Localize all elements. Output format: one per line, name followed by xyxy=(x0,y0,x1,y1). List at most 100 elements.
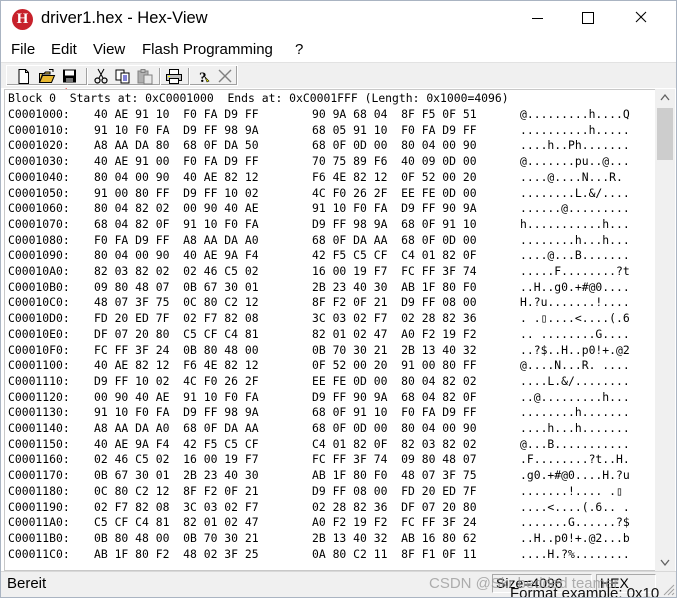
row-bytes-high: 68 0F DA AA 68 0F 0D 00 xyxy=(312,232,477,247)
row-bytes-low: F0 FA D9 FF A8 AA DA A0 xyxy=(94,232,259,247)
hex-row: C0001110: D9 FF 10 02 4C F0 26 2F EE FE 0D… xyxy=(5,373,655,389)
row-ascii: .. ........G.... xyxy=(520,326,630,341)
maximize-icon[interactable] xyxy=(565,1,611,35)
save-icon[interactable] xyxy=(61,68,79,85)
row-bytes-low: FD 20 ED 7F 02 F7 82 08 xyxy=(94,311,259,326)
row-bytes-low: A8 AA DA A0 68 0F DA AA xyxy=(94,421,259,435)
hex-row: C0001060: 80 04 82 02 00 90 40 AE 91 10 F0… xyxy=(5,200,655,216)
hex-row: C0001030: 40 AE 91 00 F0 FA D9 FF 70 75 89… xyxy=(5,153,655,169)
row-bytes-high: 68 0F 91 10 F0 FA D9 FF xyxy=(312,405,477,420)
row-ascii: ....@....N...R. xyxy=(520,169,630,184)
row-address: C00010B0: xyxy=(8,279,70,294)
scroll-up-icon[interactable] xyxy=(655,89,675,106)
vertical-scrollbar[interactable] xyxy=(655,89,675,571)
title-bar[interactable]: H driver1.hex - Hex-View xyxy=(1,1,676,37)
row-bytes-high: 90 9A 68 04 8F F5 0F 51 xyxy=(312,107,477,121)
minimize-icon[interactable] xyxy=(515,1,561,35)
open-folder-icon[interactable] xyxy=(38,68,56,85)
menu-edit[interactable]: Edit xyxy=(51,40,77,60)
block-header: Block 0 Starts at: 0xC0001000 Ends at: 0… xyxy=(8,91,509,105)
row-address: C00010E0: xyxy=(8,326,70,341)
row-bytes-low: 82 03 82 02 02 46 C5 02 xyxy=(94,264,259,278)
row-bytes-low: AB 1F 80 F2 48 02 3F 25 xyxy=(94,546,259,561)
row-address: C0001070: xyxy=(8,216,70,231)
row-bytes-high: 16 00 19 F7 FC FF 3F 74 xyxy=(312,264,477,278)
menu-help[interactable]: ? xyxy=(295,40,303,60)
row-address: C0001000: xyxy=(8,107,70,121)
row-ascii: ..........h..... xyxy=(520,122,630,137)
row-address: C0001010: xyxy=(8,122,70,137)
copy-icon[interactable] xyxy=(114,68,132,85)
row-ascii: ........h....... xyxy=(520,405,630,420)
format-example-text: Format example: 0x10 xyxy=(510,585,660,598)
row-address: C0001080: xyxy=(8,232,70,247)
menu-view[interactable]: View xyxy=(93,40,125,60)
row-address: C00011A0: xyxy=(8,515,70,530)
row-address: C0001150: xyxy=(8,436,70,451)
row-bytes-high: EE FE 0D 00 80 04 82 02 xyxy=(312,373,477,388)
hex-row: C0001000: 40 AE 91 10 F0 FA D9 FF 90 9A 68… xyxy=(5,106,655,122)
hex-row: C0001160: 02 46 C5 02 16 00 19 F7 FC FF 3F… xyxy=(5,451,655,467)
cut-icon[interactable] xyxy=(92,68,110,85)
row-bytes-low: C5 CF C4 81 82 01 02 47 xyxy=(94,515,259,530)
row-ascii: ........h...h... xyxy=(520,232,630,247)
row-ascii: ....<....(.6.. . xyxy=(520,499,630,514)
row-address: C0001030: xyxy=(8,154,70,169)
hex-row: C00010A0: 82 03 82 02 02 46 C5 02 16 00 19… xyxy=(5,263,655,279)
row-bytes-high: 70 75 89 F6 40 09 0D 00 xyxy=(312,154,477,169)
row-ascii: .......G......?$ xyxy=(520,515,630,530)
row-bytes-low: 0B 67 30 01 2B 23 40 30 xyxy=(94,468,259,483)
hex-row: C00010F0: FC FF 3F 24 0B 80 48 00 0B 70 30… xyxy=(5,342,655,358)
hex-row: C00011B0: 0B 80 48 00 0B 70 30 21 2B 13 40… xyxy=(5,530,655,546)
row-bytes-high: 3C 03 02 F7 02 28 82 36 xyxy=(312,311,477,326)
menu-bar: File Edit View Flash Programming ? xyxy=(1,38,676,62)
row-address: C0001020: xyxy=(8,138,70,153)
row-ascii: ....@...B....... xyxy=(520,248,630,263)
row-ascii: ....h..Ph....... xyxy=(520,138,630,153)
scroll-down-icon[interactable] xyxy=(655,554,675,571)
app-logo-icon: H xyxy=(12,9,33,30)
row-bytes-high: 91 10 F0 FA D9 FF 90 9A xyxy=(312,201,477,216)
row-bytes-low: 02 46 C5 02 16 00 19 F7 xyxy=(94,452,259,467)
row-bytes-high: 2B 13 40 32 AB 16 80 62 xyxy=(312,530,477,545)
hex-row: C0001020: A8 AA DA 80 68 0F DA 50 68 0F 0D… xyxy=(5,137,655,153)
row-ascii: @.........h....Q xyxy=(520,107,630,121)
row-bytes-low: 91 00 80 FF D9 FF 10 02 xyxy=(94,185,259,200)
hex-view-window: H driver1.hex - Hex-View File Edit View … xyxy=(0,0,677,598)
row-bytes-low: 40 AE 91 00 F0 FA D9 FF xyxy=(94,154,259,169)
row-address: C0001190: xyxy=(8,499,70,514)
print-icon[interactable] xyxy=(165,68,183,85)
new-file-icon[interactable] xyxy=(15,68,33,85)
close-icon[interactable] xyxy=(618,1,664,35)
row-address: C0001040: xyxy=(8,169,70,184)
toolbar-separator xyxy=(188,68,190,85)
row-bytes-low: 91 10 F0 FA D9 FF 98 9A xyxy=(94,122,259,137)
hex-row: C00010C0: 48 07 3F 75 0C 80 C2 12 8F F2 0F… xyxy=(5,294,655,310)
row-bytes-high: FC FF 3F 74 09 80 48 07 xyxy=(312,452,477,467)
toolbar: ? xyxy=(1,62,676,88)
row-ascii: .F........?t..H. xyxy=(520,452,630,467)
row-ascii: @.......pu..@... xyxy=(520,154,630,169)
row-bytes-high: 02 28 82 36 DF 07 20 80 xyxy=(312,499,477,514)
row-address: C00011B0: xyxy=(8,530,70,545)
help-icon[interactable]: ? xyxy=(194,68,212,86)
paste-icon[interactable] xyxy=(136,68,154,85)
resize-grip-icon[interactable] xyxy=(661,582,675,596)
hex-row: C0001050: 91 00 80 FF D9 FF 10 02 4C F0 26… xyxy=(5,185,655,201)
hex-row: C0001120: 00 90 40 AE 91 10 F0 FA D9 FF 90… xyxy=(5,389,655,405)
scrollbar-thumb[interactable] xyxy=(657,108,673,160)
row-bytes-low: 02 F7 82 08 3C 03 02 F7 xyxy=(94,499,259,514)
hex-text-area[interactable]: Block 0 Starts at: 0xC0001000 Ends at: 0… xyxy=(4,89,657,571)
row-ascii: ......@......... xyxy=(520,201,630,216)
row-ascii: ..@.........h... xyxy=(520,389,630,404)
row-bytes-low: 40 AE 91 10 F0 FA D9 FF xyxy=(94,107,259,121)
menu-flash-programming[interactable]: Flash Programming xyxy=(142,40,273,60)
close-x-icon[interactable] xyxy=(216,68,234,85)
menu-file[interactable]: File xyxy=(11,40,35,60)
row-bytes-high: 0B 70 30 21 2B 13 40 32 xyxy=(312,342,477,357)
row-bytes-low: 91 10 F0 FA D9 FF 98 9A xyxy=(94,405,259,420)
row-bytes-low: 00 90 40 AE 91 10 F0 FA xyxy=(94,389,259,404)
row-bytes-low: 68 04 82 0F 91 10 F0 FA xyxy=(94,216,259,231)
row-address: C00010F0: xyxy=(8,342,70,357)
toolbar-separator xyxy=(159,68,161,85)
